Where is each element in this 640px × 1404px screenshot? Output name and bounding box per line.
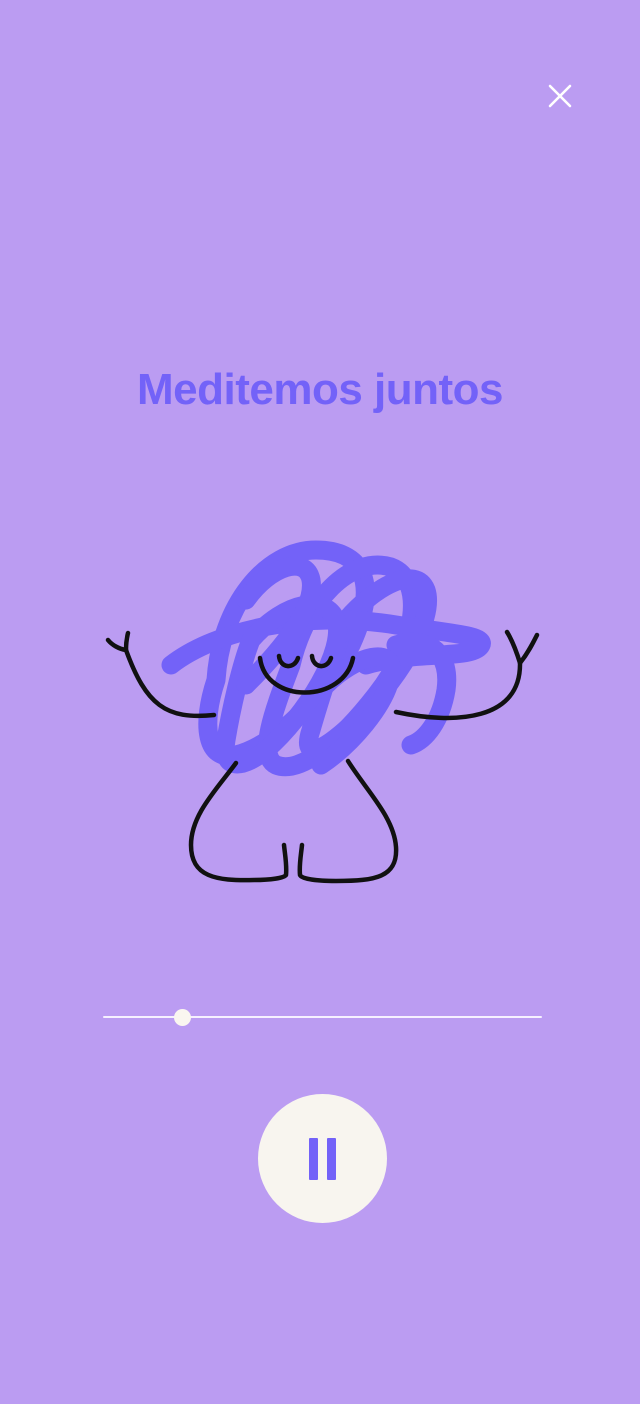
pause-icon: [309, 1137, 336, 1180]
pause-button[interactable]: [258, 1094, 387, 1223]
page-title: Meditemos juntos: [136, 365, 504, 414]
meditation-screen: Meditemos juntos: [0, 0, 640, 1404]
progress-thumb[interactable]: [173, 1009, 191, 1026]
playback-progress-slider[interactable]: [103, 1000, 542, 1034]
right-arm: [393, 660, 523, 721]
right-leg: [297, 758, 399, 884]
meditating-character-illustration: [105, 540, 540, 884]
close-button[interactable]: [538, 74, 582, 118]
left-leg: [188, 760, 289, 883]
progress-track: [103, 1016, 542, 1018]
left-hand: [105, 630, 131, 653]
right-hand: [504, 629, 540, 666]
pause-bar-left: [309, 1137, 318, 1180]
close-icon: [548, 84, 572, 108]
pause-bar-right: [327, 1137, 336, 1180]
